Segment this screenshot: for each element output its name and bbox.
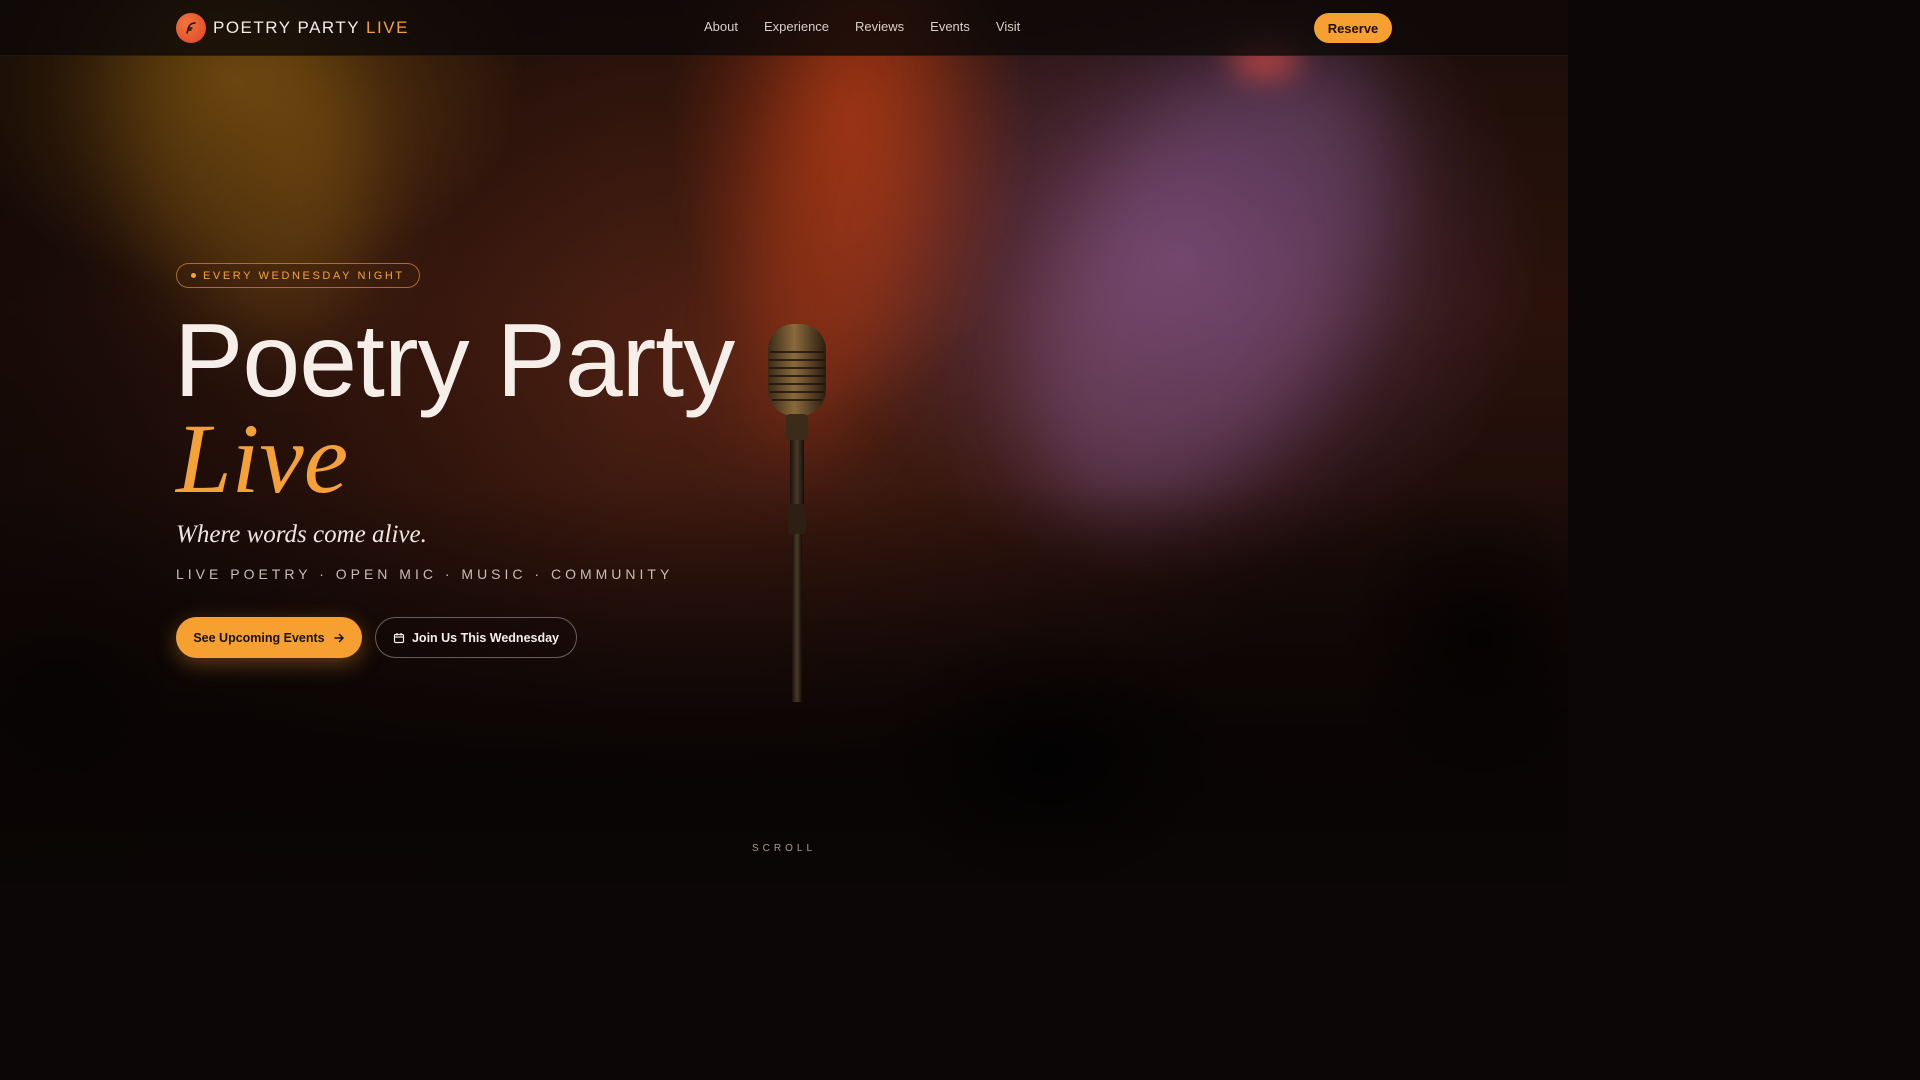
nav-link-about[interactable]: About	[704, 19, 738, 34]
calendar-icon	[393, 632, 405, 644]
arrow-right-icon	[333, 632, 345, 644]
nav-link-experience[interactable]: Experience	[764, 19, 829, 34]
top-navigation-bar: POETRY PARTY LIVE About Experience Revie…	[0, 0, 1568, 56]
brand-name-main: POETRY PARTY	[213, 18, 367, 37]
microphone-image	[768, 324, 826, 702]
schedule-badge: EVERY WEDNESDAY NIGHT	[176, 263, 420, 288]
nav-links: About Experience Reviews Events Visit	[704, 19, 1046, 34]
brand[interactable]: POETRY PARTY LIVE	[176, 12, 409, 44]
brand-name-accent: LIVE	[366, 18, 409, 37]
hero-stage: POETRY PARTY LIVE About Experience Revie…	[0, 0, 1568, 882]
scroll-indicator[interactable]: SCROLL	[0, 843, 1568, 854]
join-wednesday-button[interactable]: Join Us This Wednesday	[375, 617, 577, 658]
nav-link-events[interactable]: Events	[930, 19, 970, 34]
see-upcoming-events-button[interactable]: See Upcoming Events	[176, 617, 362, 658]
brand-name: POETRY PARTY LIVE	[213, 18, 409, 38]
see-upcoming-events-label: See Upcoming Events	[193, 630, 325, 645]
hero-categories: LIVE POETRY · OPEN MIC · MUSIC · COMMUNI…	[176, 566, 674, 582]
nav-link-reviews[interactable]: Reviews	[855, 19, 904, 34]
hero-title-accent: Live	[176, 403, 349, 514]
reserve-button[interactable]: Reserve	[1314, 13, 1392, 43]
join-wednesday-label: Join Us This Wednesday	[411, 630, 560, 645]
badge-dot-icon	[191, 273, 196, 278]
hero-tagline: Where words come alive.	[176, 521, 427, 548]
feather-pen-icon	[176, 13, 206, 43]
nav-link-visit[interactable]: Visit	[996, 19, 1020, 34]
schedule-badge-text: EVERY WEDNESDAY NIGHT	[203, 269, 405, 282]
